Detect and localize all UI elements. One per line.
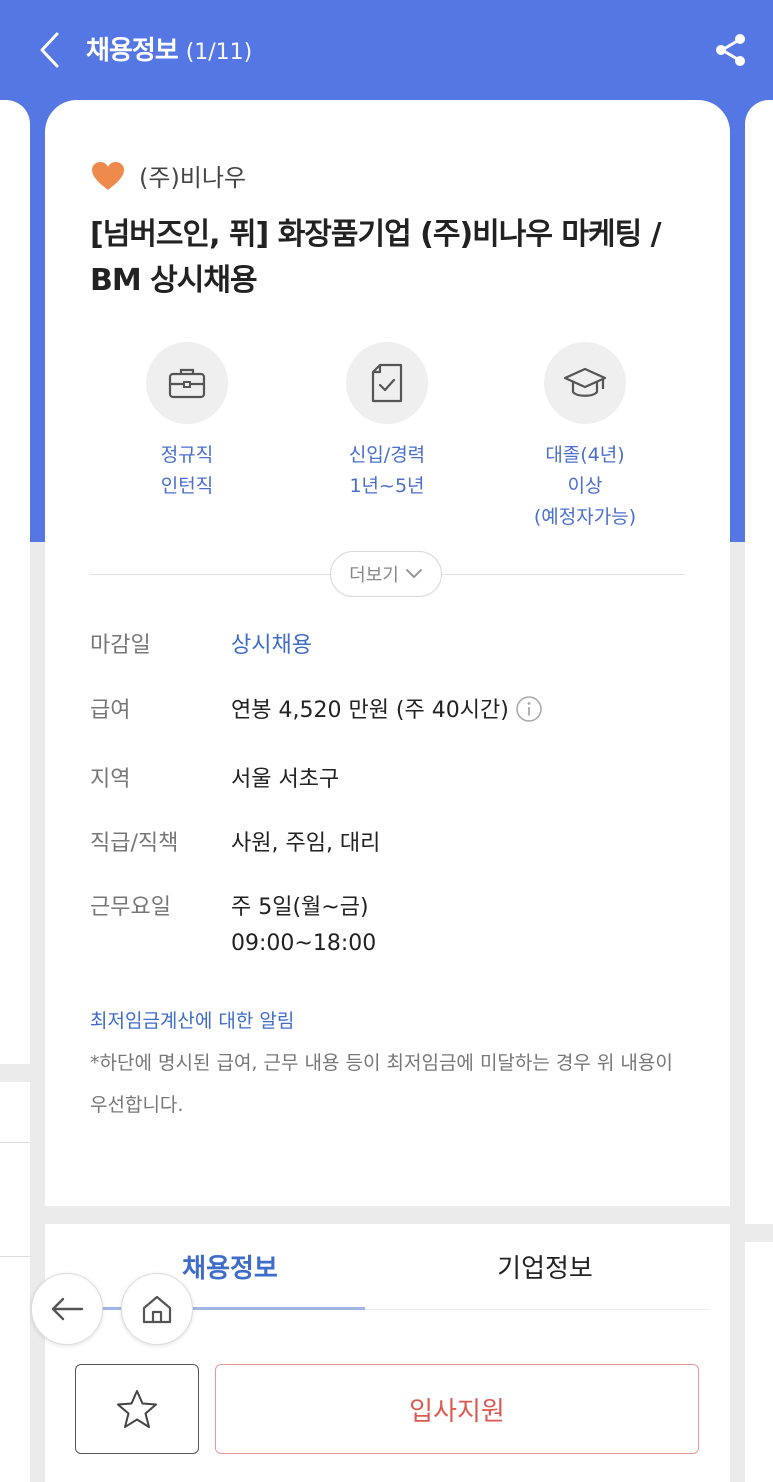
minimum-wage-notice-link[interactable]: 최저임금계산에 대한 알림 — [90, 1006, 294, 1033]
more-button-label: 더보기 — [349, 565, 399, 586]
minimum-wage-notice-text: *하단에 명시된 급여, 근무 내용 등이 최저임금에 미달하는 경우 위 내용… — [90, 1052, 673, 1116]
info-label: 마감일 — [90, 633, 151, 658]
tab-divider — [365, 1309, 710, 1310]
info-label: 급여 — [90, 698, 131, 723]
home-icon — [142, 1295, 172, 1324]
page-title-text: 채용정보 — [86, 36, 179, 66]
previous-card-peek[interactable] — [0, 100, 30, 1482]
bookmark-button[interactable] — [75, 1364, 199, 1454]
info-label: 근무요일 — [90, 895, 171, 920]
feature-employment-type: 정규직 인턴직 — [102, 342, 272, 502]
star-icon — [117, 1390, 157, 1428]
chevron-down-icon — [405, 569, 422, 578]
feature-experience: 신입/경력 1년~5년 — [302, 342, 472, 502]
company-row: (주)비나우 — [91, 158, 246, 193]
feature-text: 정규직 인턴직 — [102, 440, 272, 502]
info-value: 상시채용 — [231, 633, 312, 658]
top-app-bar: 채용정보 (1/11) — [0, 0, 773, 100]
feature-line: 이상 — [567, 475, 603, 497]
company-name[interactable]: (주)비나우 — [139, 158, 246, 193]
info-value: 서울 서초구 — [231, 767, 340, 792]
feature-line: (예정자가능) — [533, 506, 637, 528]
tab-active-underline — [70, 1307, 365, 1310]
info-value: 연봉 4,520 만원 (주 40시간) — [231, 698, 509, 723]
right-peek-separator — [745, 1224, 773, 1242]
page-counter: (1/11) — [185, 40, 253, 65]
feature-icon-circle — [146, 342, 228, 424]
info-value-wrap: 연봉 4,520 만원 (주 40시간) — [231, 692, 543, 724]
share-icon — [716, 34, 745, 66]
share-button[interactable] — [711, 30, 751, 70]
feature-icon-circle — [346, 342, 428, 424]
feature-line: 대졸(4년) — [545, 444, 625, 466]
arrow-left-icon — [51, 1297, 84, 1321]
feature-line: 정규직 — [160, 444, 214, 466]
feature-line: 1년~5년 — [349, 475, 425, 497]
briefcase-icon — [168, 368, 206, 399]
apply-button[interactable]: 입사지원 — [215, 1364, 699, 1454]
feature-icon-circle — [544, 342, 626, 424]
feature-text: 신입/경력 1년~5년 — [302, 440, 472, 502]
section-separator — [45, 1206, 730, 1224]
floating-back-button[interactable] — [31, 1273, 103, 1345]
info-label: 직급/직책 — [90, 831, 179, 856]
info-value: 주 5일(월~금) — [231, 895, 369, 920]
page-title: 채용정보 (1/11) — [86, 30, 252, 70]
document-check-icon — [371, 363, 403, 403]
feature-line: 신입/경력 — [348, 444, 426, 466]
info-value-hours: 09:00~18:00 — [231, 931, 377, 956]
back-button[interactable] — [30, 26, 70, 74]
chevron-left-icon — [40, 32, 59, 68]
job-title: [넘버즈인, 퓌] 화장품기업 (주)비나우 마케팅 / BM 상시채용 — [90, 217, 662, 298]
feature-line: 인턴직 — [160, 475, 214, 497]
more-button[interactable]: 더보기 — [330, 551, 442, 597]
feature-text: 대졸(4년) 이상 (예정자가능) — [500, 440, 670, 533]
left-peek-separator — [0, 1064, 30, 1082]
floating-home-button[interactable] — [121, 1273, 193, 1345]
left-peek-line — [0, 1256, 30, 1257]
info-value: 사원, 주임, 대리 — [231, 831, 381, 856]
tab-company-info[interactable]: 기업정보 — [385, 1248, 705, 1285]
info-label: 지역 — [90, 767, 131, 792]
salary-info-button[interactable] — [515, 695, 543, 723]
left-peek-line — [0, 1142, 30, 1143]
info-icon — [515, 696, 542, 722]
next-card-peek[interactable] — [745, 100, 773, 1482]
tab-job-info[interactable]: 채용정보 — [70, 1248, 390, 1285]
feature-education: 대졸(4년) 이상 (예정자가능) — [500, 342, 670, 533]
graduation-cap-icon — [563, 367, 607, 397]
heart-icon[interactable] — [91, 161, 125, 191]
